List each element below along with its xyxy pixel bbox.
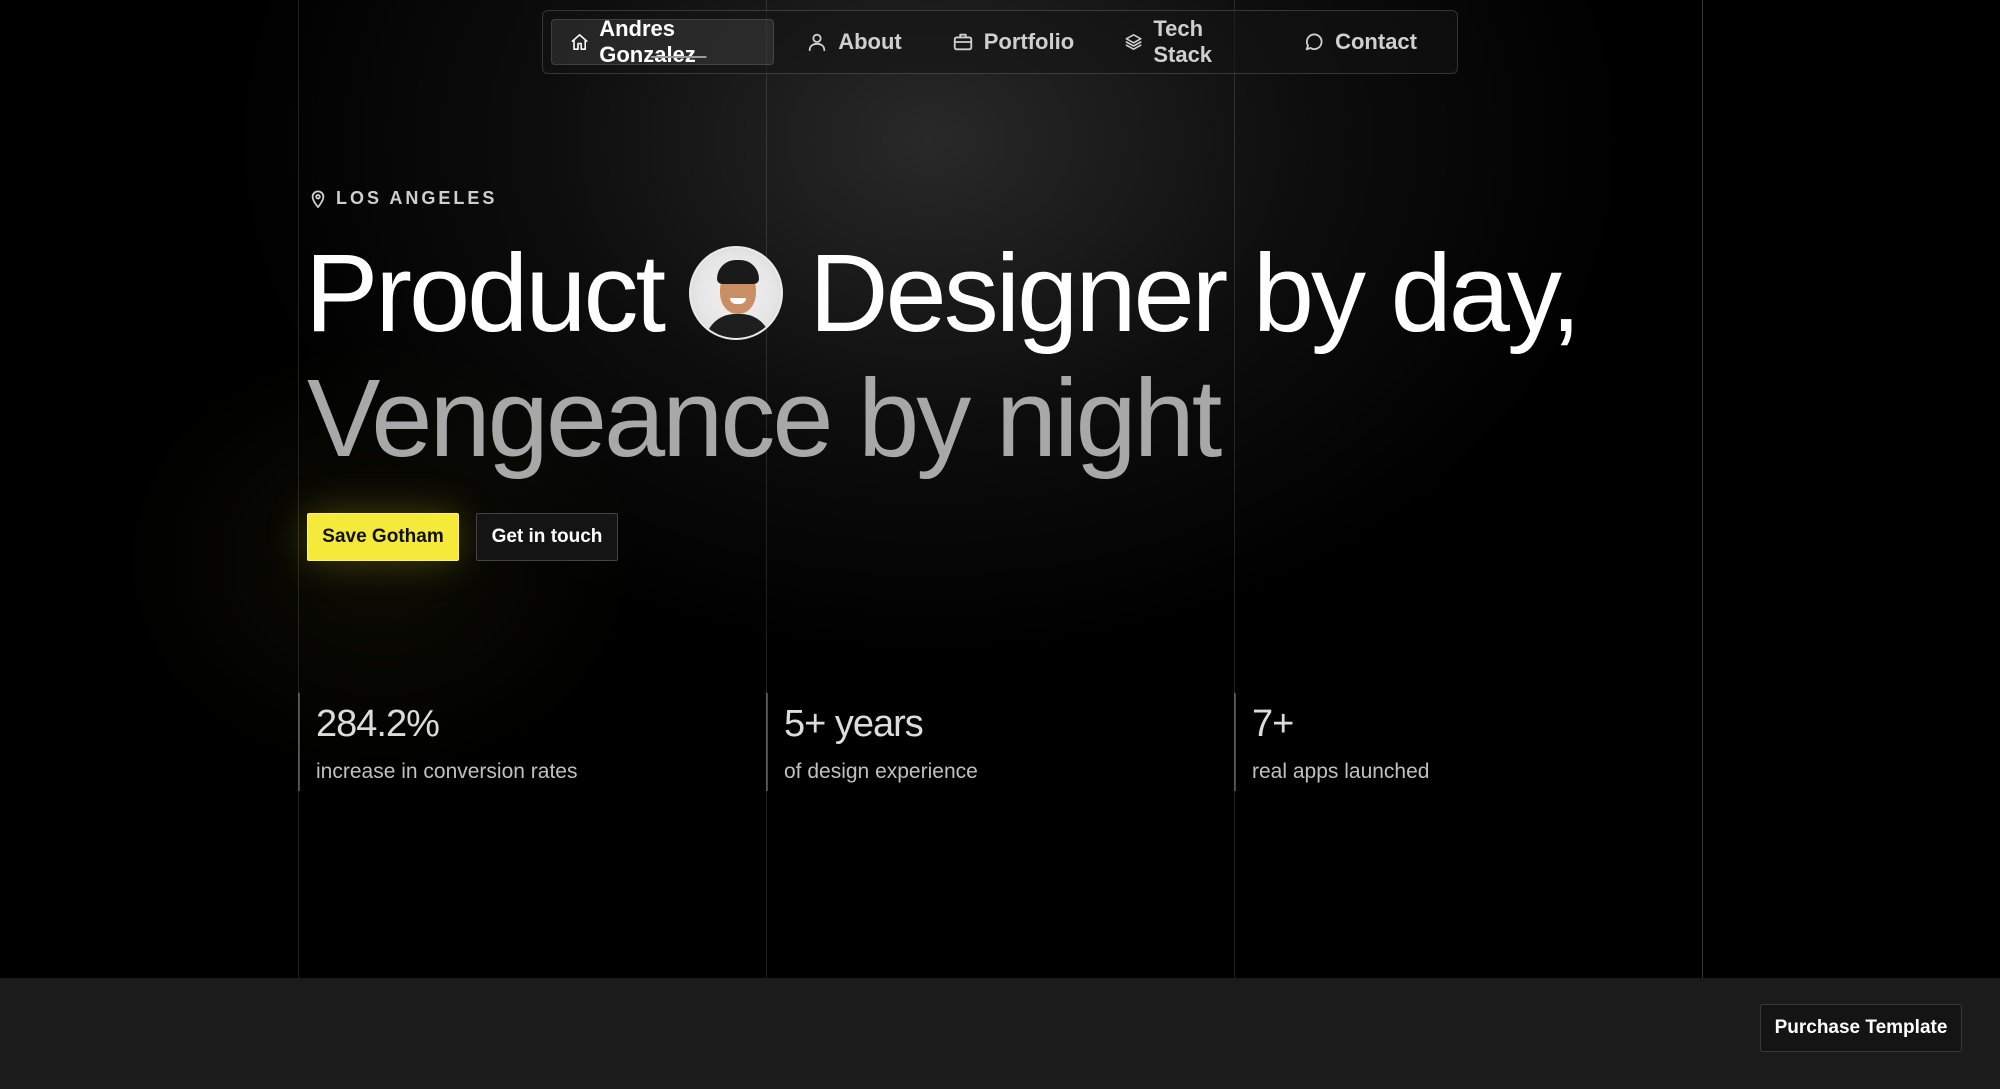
nav-item-label: Andres Gonzalez <box>599 16 696 67</box>
footer-band <box>0 978 2000 1089</box>
nav-item-portfolio[interactable]: Portfolio <box>934 19 1092 65</box>
stat-value: 7+ <box>1252 703 1294 745</box>
layers-icon <box>1125 34 1142 50</box>
nav-item-label: Contact <box>1335 29 1417 54</box>
grid-line <box>1702 0 1703 1089</box>
nav-item-home[interactable]: Andres Gonzalez <box>551 16 775 67</box>
grid-line <box>1234 0 1235 1089</box>
nav-item-tech-stack[interactable]: Tech Stack <box>1106 16 1271 67</box>
nav-item-about[interactable]: About <box>788 19 920 65</box>
nav-item-label: Portfolio <box>983 29 1075 54</box>
stat-conversion: 284.2% increase in conversion rates <box>298 693 577 791</box>
map-pin-icon <box>311 190 325 208</box>
location-tag: LOS ANGELES <box>310 188 497 209</box>
stat-value: 5+ years <box>784 703 924 745</box>
top-nav: Andres Gonzalez About Portfolio Tech Sta… <box>542 10 1458 74</box>
save-gotham-button[interactable]: Save Gotham <box>307 513 459 561</box>
page: Andres Gonzalez About Portfolio Tech Sta… <box>0 0 2000 1089</box>
stat-value: 284.2% <box>316 703 440 745</box>
avatar <box>689 246 784 340</box>
headline-word-product: Product <box>305 231 666 355</box>
stat-label: increase in conversion rates <box>316 760 578 783</box>
briefcase-icon <box>953 33 972 51</box>
home-icon <box>571 33 588 51</box>
active-indicator <box>650 56 707 58</box>
headline-rest: Designer by day, <box>809 231 1581 355</box>
chat-bubble-icon <box>1305 33 1323 51</box>
get-in-touch-button[interactable]: Get in touch <box>476 513 618 561</box>
stat-experience: 5+ years of design experience <box>766 693 978 791</box>
headline-line-2: Vengeance by night <box>307 357 1222 480</box>
grid-line <box>298 0 299 1089</box>
grid-line <box>766 0 767 1089</box>
user-icon <box>808 33 826 52</box>
stat-label: real apps launched <box>1252 760 1430 783</box>
nav-item-label: Tech Stack <box>1153 16 1213 67</box>
stat-apps: 7+ real apps launched <box>1234 693 1429 791</box>
headline-line-1: Product Designer by day, <box>305 230 1581 356</box>
nav-item-contact[interactable]: Contact <box>1285 19 1435 65</box>
nav-item-label: About <box>838 29 902 54</box>
stat-label: of design experience <box>784 760 978 783</box>
purchase-template-button[interactable]: Purchase Template <box>1760 1004 1962 1052</box>
location-text: LOS ANGELES <box>336 188 498 208</box>
